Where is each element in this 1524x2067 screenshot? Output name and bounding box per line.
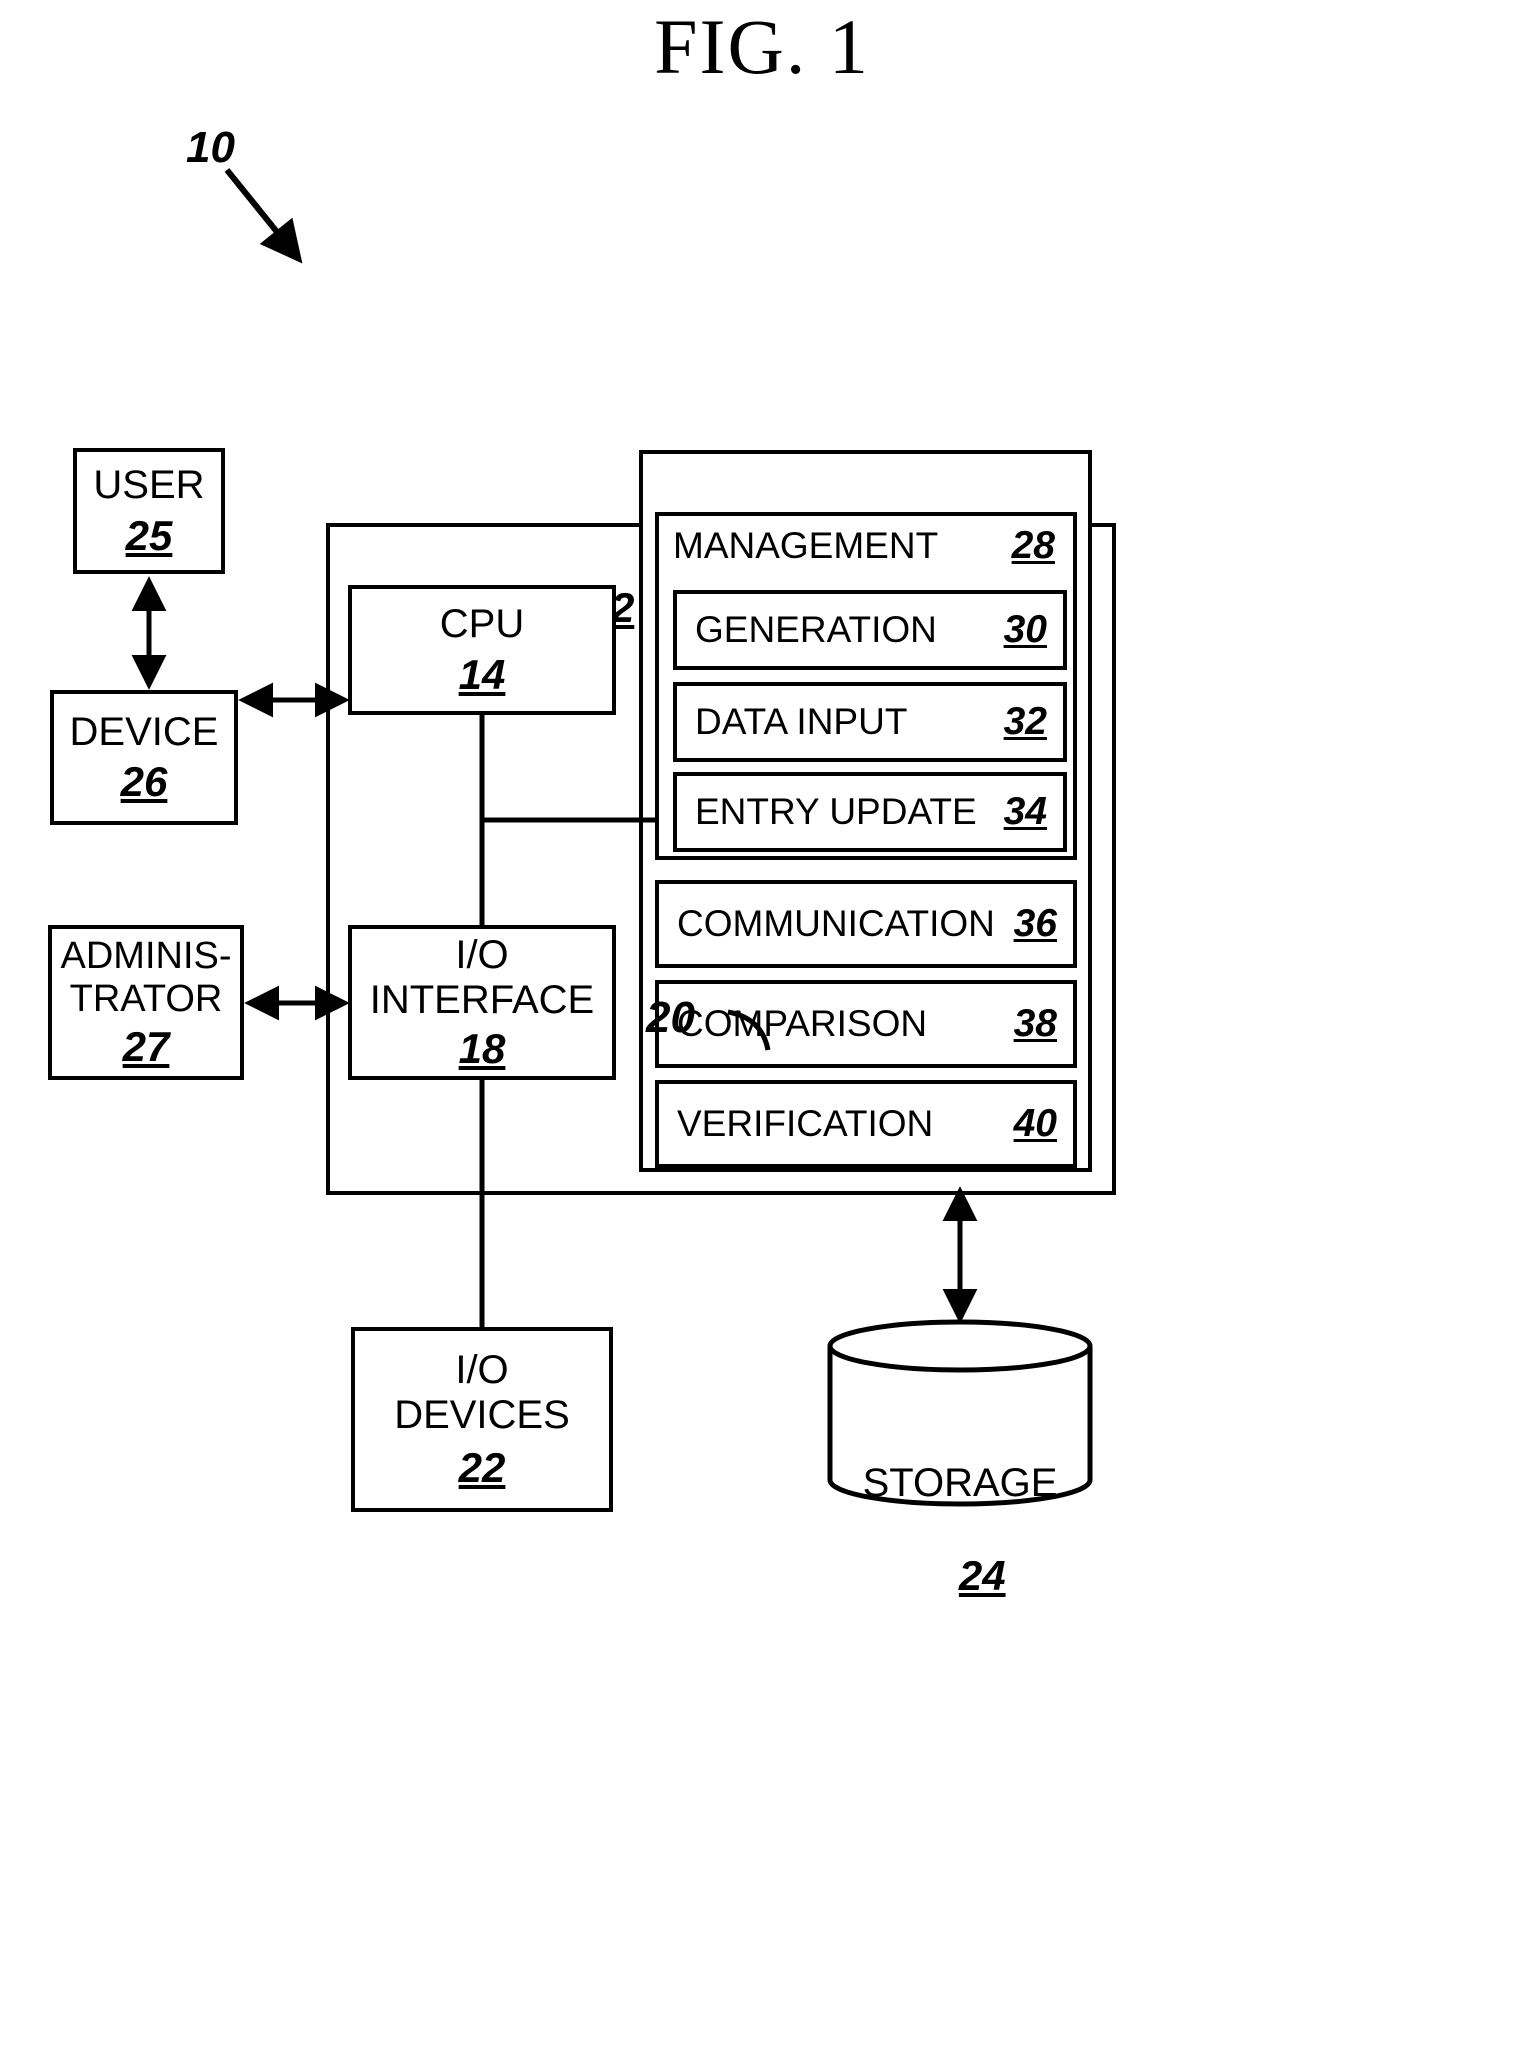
cpu-box: CPU 14 <box>348 585 616 715</box>
administrator-box: ADMINIS- TRATOR 27 <box>48 925 244 1080</box>
io-devices-label-line2: DEVICES <box>394 1392 570 1437</box>
storage-label-group: STORAGE 24 <box>826 1368 1094 1646</box>
administrator-label-line2: TRATOR <box>69 977 223 1020</box>
io-devices-label-line1: I/O <box>455 1348 509 1393</box>
io-devices-ref: 22 <box>458 1443 506 1491</box>
generation-box: GENERATION 30 <box>673 590 1067 670</box>
data-input-box: DATA INPUT 32 <box>673 682 1067 762</box>
io-devices-box: I/O DEVICES 22 <box>351 1327 613 1512</box>
verification-label: VERIFICATION <box>677 1103 934 1144</box>
cpu-ref: 14 <box>458 650 506 698</box>
io-interface-label-line2: INTERFACE <box>369 977 595 1022</box>
storage-label: STORAGE <box>862 1461 1058 1505</box>
management-label: MANAGEMENT <box>673 525 939 566</box>
device-ref: 26 <box>120 758 168 806</box>
administrator-label-line1: ADMINIS- <box>60 935 232 978</box>
management-ref: 28 <box>1011 524 1055 567</box>
system-reference-numeral: 10 <box>186 123 235 172</box>
comparison-label: COMPARISON <box>677 1003 928 1044</box>
user-label: USER <box>93 463 205 508</box>
communication-ref: 36 <box>1013 902 1057 945</box>
io-interface-box: I/O INTERFACE 18 <box>348 925 616 1080</box>
management-header: MANAGEMENT 28 <box>659 516 1073 568</box>
communication-box: COMMUNICATION 36 <box>655 880 1077 968</box>
device-label: DEVICE <box>69 709 219 754</box>
verification-box: VERIFICATION 40 <box>655 1080 1077 1168</box>
figure-title: FIG. 1 <box>654 3 870 90</box>
cpu-label: CPU <box>439 602 525 647</box>
management-box: MANAGEMENT 28 GENERATION 30 DATA INPUT 3… <box>655 512 1077 860</box>
generation-label: GENERATION <box>695 609 937 650</box>
data-input-ref: 32 <box>1003 700 1047 743</box>
device-box: DEVICE 26 <box>50 690 238 825</box>
administrator-ref: 27 <box>122 1022 170 1070</box>
user-box: USER 25 <box>73 448 225 574</box>
comparison-ref: 38 <box>1013 1002 1057 1045</box>
bus-reference-numeral: 20 <box>646 993 695 1042</box>
generation-ref: 30 <box>1003 608 1047 651</box>
entry-update-box: ENTRY UPDATE 34 <box>673 772 1067 852</box>
io-interface-ref: 18 <box>458 1024 506 1072</box>
comparison-box: COMPARISON 38 <box>655 980 1077 1068</box>
system-leader-arrow <box>224 168 303 264</box>
patent-figure-page: FIG. 1 10 SERVER 12 MEMORY 16 MANAGEMENT… <box>0 0 1524 2067</box>
storage-ref: 24 <box>958 1552 1006 1599</box>
io-interface-label-line1: I/O <box>455 933 509 978</box>
entry-update-label: ENTRY UPDATE <box>695 791 977 832</box>
data-input-label: DATA INPUT <box>695 701 908 742</box>
entry-update-ref: 34 <box>1003 790 1047 833</box>
communication-label: COMMUNICATION <box>677 903 995 944</box>
user-ref: 25 <box>125 511 173 559</box>
verification-ref: 40 <box>1013 1102 1057 1145</box>
